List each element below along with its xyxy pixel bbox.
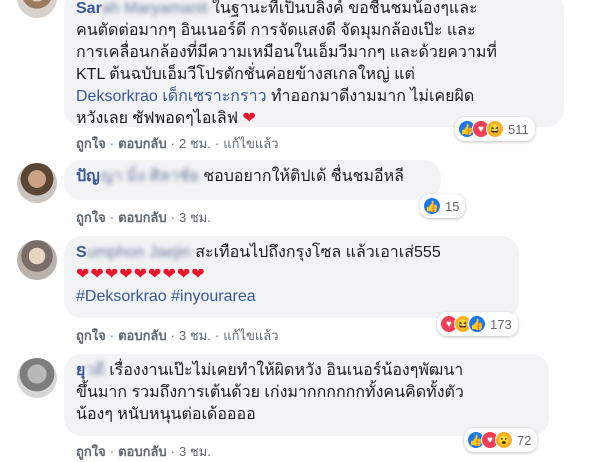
edited-label: แก้ไขแล้ว: [223, 328, 279, 343]
reaction-summary[interactable]: 👍 ♥ 😆 511: [455, 117, 535, 141]
like-button[interactable]: ถูกใจ: [76, 136, 106, 151]
author-name[interactable]: ปัญญา มิ่ง ศิลาชัย: [76, 168, 199, 185]
avatar[interactable]: [17, 240, 57, 280]
comment-bubble: ยุวดี เรื่องงานเป๊ะไม่เคยทำให้ผิดหวัง อิ…: [64, 354, 549, 436]
reply-button[interactable]: ตอบกลับ: [118, 136, 167, 151]
reaction-summary[interactable]: 👍 ♥ 😮 72: [464, 428, 538, 452]
comment-text: น้องๆ หนับหนุนต่อเด้ออออ: [76, 406, 256, 423]
avatar[interactable]: [17, 358, 57, 398]
comment-text: เรื่องงานเป๊ะไม่เคยทำให้ผิดหวัง อินเนอร์…: [109, 362, 464, 379]
hashtag-links[interactable]: #Deksorkrao #inyourarea: [76, 286, 507, 308]
comment-bubble: Sarah Maryamanit ในฐานะที่เป็นบลิงค์ ขอช…: [64, 0, 564, 127]
comment-text: ขึ้นมาก รวมถึงการเต้นด้วย เก่งมากกกกกกทั…: [76, 384, 464, 401]
author-name[interactable]: ยุวดี: [76, 362, 105, 379]
comment-actions: ถูกใจ · ตอบกลับ · 3 ชม. · แก้ไขแล้ว: [76, 328, 279, 343]
reaction-count: 173: [490, 316, 512, 332]
like-button[interactable]: ถูกใจ: [76, 210, 106, 225]
comment-text: หวังเลย ซัฟพอดๆไอเลิฟ: [76, 110, 239, 127]
reaction-count: 72: [517, 432, 532, 448]
reply-button[interactable]: ตอบกลับ: [118, 210, 167, 225]
timestamp[interactable]: 3 ชม.: [179, 328, 211, 343]
reply-button[interactable]: ตอบกลับ: [118, 328, 167, 343]
author-name[interactable]: Sarah Maryamanit: [76, 0, 208, 17]
timestamp[interactable]: 3 ชม.: [179, 444, 211, 459]
timestamp[interactable]: 2 ชม.: [179, 136, 211, 151]
wow-icon: 😮: [495, 431, 513, 449]
hearts-row: ❤❤❤❤❤❤❤❤❤: [76, 266, 206, 283]
comment-text: ชอบอยากให้ติปเด้ ชื่นชมอีหลี: [203, 168, 404, 185]
mention-link[interactable]: Deksorkrao เด็กเซราะกราว: [76, 88, 267, 105]
comment-text: สะเทือนไปถึงกรุงโซล แล้วเอาเส่555: [195, 244, 441, 261]
comment-text: การเคลื่อนกล้องที่มีความเหมือนในเอ็มวีมา…: [76, 44, 497, 61]
avatar[interactable]: [17, 163, 57, 203]
author-name[interactable]: Sumphon Jaejin: [76, 244, 191, 261]
reaction-count: 511: [508, 121, 529, 137]
comment-text: ในฐานะที่เป็นบลิงค์ ขอชื่นชมน้องๆและ: [212, 0, 478, 17]
like-icon: 👍: [468, 315, 486, 333]
comment-text: ทำออกมาดีงามมาก ไม่เคยผิด: [266, 88, 475, 105]
like-button[interactable]: ถูกใจ: [76, 328, 106, 343]
comment-bubble: Sumphon Jaejin สะเทือนไปถึงกรุงโซล แล้วเ…: [64, 236, 519, 318]
reaction-summary[interactable]: 👍 15: [420, 194, 466, 218]
heart-icon: ❤: [242, 110, 256, 127]
edited-label: แก้ไขแล้ว: [223, 136, 279, 151]
reply-button[interactable]: ตอบกลับ: [118, 444, 167, 459]
comment-actions: ถูกใจ · ตอบกลับ · 2 ชม. · แก้ไขแล้ว: [76, 136, 279, 151]
comment-bubble: ปัญญา มิ่ง ศิลาชัย ชอบอยากให้ติปเด้ ชื่น…: [64, 160, 441, 200]
haha-icon: 😆: [486, 120, 504, 138]
reaction-summary[interactable]: ♥ 😆 👍 173: [437, 312, 518, 336]
like-button[interactable]: ถูกใจ: [76, 444, 106, 459]
comment-actions: ถูกใจ · ตอบกลับ · 3 ชม.: [76, 210, 211, 225]
like-icon: 👍: [423, 197, 441, 215]
comment-text: คนตัดต่อมากๆ อินเนอร์ดี การจัดแสงดี จัดม…: [76, 22, 476, 39]
avatar[interactable]: [17, 0, 57, 18]
comment-text: KTL ต้นฉบับเอ็มวีโปรดักชั่นค่อยข้างสเกลใ…: [76, 66, 415, 83]
timestamp[interactable]: 3 ชม.: [179, 210, 211, 225]
reaction-count: 15: [445, 198, 460, 214]
